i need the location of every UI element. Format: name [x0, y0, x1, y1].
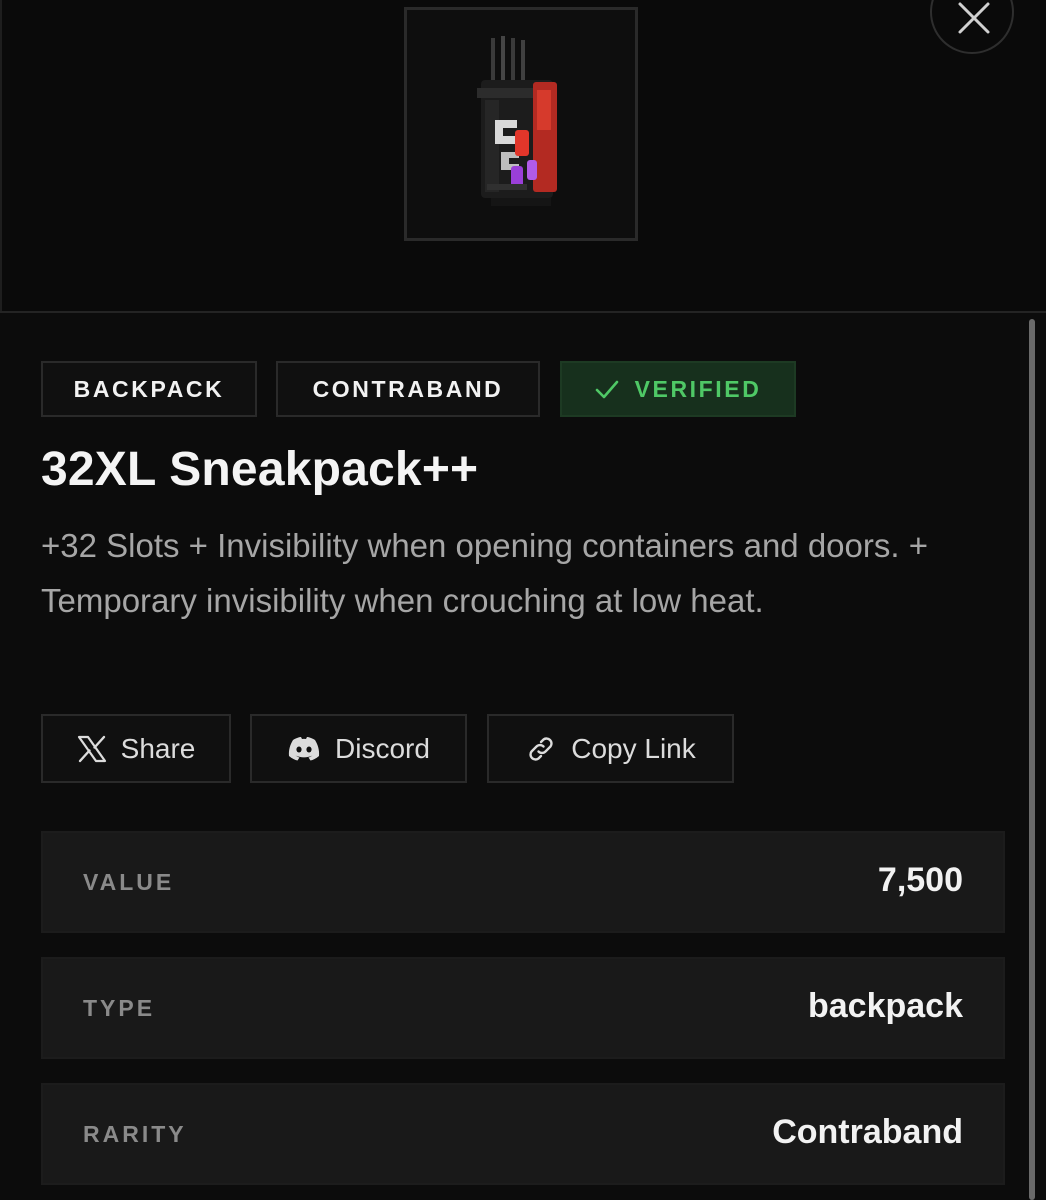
share-button-label: Share: [120, 732, 196, 764]
stat-row-value: VALUE 7,500: [41, 831, 1005, 933]
x-logo-icon: [77, 735, 106, 762]
stat-value: Contraband: [772, 1113, 963, 1151]
stat-row-type: TYPE backpack: [41, 957, 1005, 1059]
category-tag: BACKPACK: [41, 361, 257, 417]
backpack-item-icon: [477, 36, 557, 206]
checkmark-icon: [595, 380, 618, 399]
stat-label: TYPE: [83, 995, 156, 1021]
category-tag-label: BACKPACK: [73, 375, 225, 402]
item-detail-modal: BACKPACK CONTRABAND VERIFIED 32XL Sneakp…: [0, 0, 1046, 1200]
discord-button-label: Discord: [335, 732, 430, 764]
scrollbar[interactable]: [1029, 319, 1035, 1200]
verified-badge: VERIFIED: [560, 361, 796, 417]
share-button[interactable]: Share: [41, 714, 231, 783]
rarity-tag: CONTRABAND: [276, 361, 540, 417]
stat-label: VALUE: [83, 869, 175, 895]
link-icon: [529, 736, 553, 761]
item-image-area: [0, 0, 1046, 313]
rarity-tag-label: CONTRABAND: [312, 375, 504, 402]
discord-button[interactable]: Discord: [250, 714, 467, 783]
stat-value: 7,500: [877, 861, 963, 899]
item-title: 32XL Sneakpack++: [41, 443, 479, 496]
close-icon[interactable]: [956, 0, 992, 36]
stat-row-rarity: RARITY Contraband: [41, 1083, 1005, 1185]
verified-badge-label: VERIFIED: [634, 375, 762, 402]
stat-value: backpack: [808, 987, 963, 1025]
item-image-frame: [404, 7, 638, 241]
copy-link-button[interactable]: Copy Link: [487, 714, 734, 783]
copy-link-button-label: Copy Link: [571, 732, 696, 764]
item-description: +32 Slots + Invisibility when opening co…: [41, 527, 928, 619]
discord-icon: [288, 736, 320, 760]
stat-label: RARITY: [83, 1121, 187, 1147]
close-button[interactable]: [930, 0, 1014, 54]
